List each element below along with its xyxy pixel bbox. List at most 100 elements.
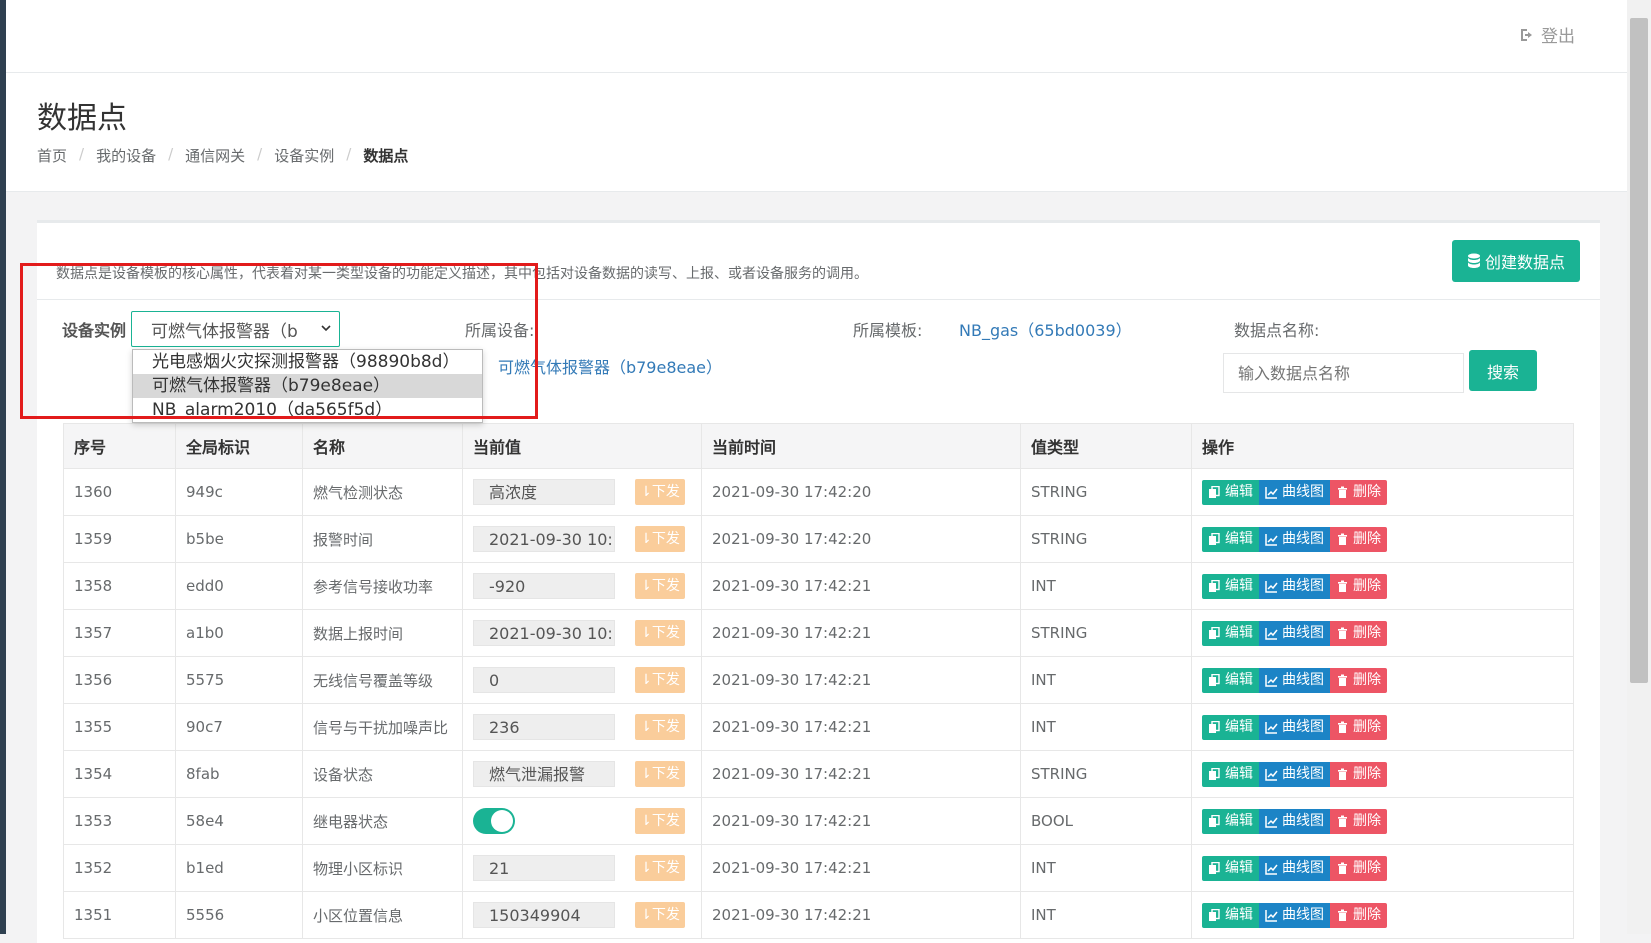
delete-button[interactable]: 删除	[1330, 902, 1387, 928]
send-label: 下发	[651, 813, 680, 829]
sign-out-icon	[1521, 28, 1532, 41]
delete-label: 删除	[1353, 859, 1381, 876]
datapoint-name-label: 数据点名称:	[1234, 321, 1320, 340]
chart-button[interactable]: 曲线图	[1259, 808, 1330, 834]
delete-label: 删除	[1353, 577, 1381, 594]
relay-toggle[interactable]	[473, 808, 515, 834]
arrow-down-icon: ⇂	[640, 907, 652, 923]
page-title: 数据点	[37, 101, 127, 136]
edit-button[interactable]: 编辑	[1202, 479, 1259, 505]
send-button[interactable]: ⇂下发	[635, 808, 685, 834]
send-button[interactable]: ⇂下发	[635, 855, 685, 881]
cell-gid: 8fab	[175, 750, 303, 798]
edit-button[interactable]: 编辑	[1202, 761, 1259, 787]
trash-icon	[1338, 533, 1347, 545]
cell-time: 2021-09-30 17:42:21	[701, 609, 1021, 657]
delete-button[interactable]: 删除	[1330, 526, 1387, 552]
send-label: 下发	[651, 860, 680, 876]
chart-label: 曲线图	[1282, 530, 1324, 547]
delete-button[interactable]: 删除	[1330, 808, 1387, 834]
chart-label: 曲线图	[1282, 483, 1324, 500]
send-button[interactable]: ⇂下发	[635, 667, 685, 693]
breadcrumb-separator: /	[257, 145, 263, 163]
chart-label: 曲线图	[1282, 718, 1324, 735]
line-chart-icon	[1265, 533, 1278, 546]
edit-button[interactable]: 编辑	[1202, 855, 1259, 881]
send-button[interactable]: ⇂下发	[635, 479, 685, 505]
edit-label: 编辑	[1225, 530, 1253, 547]
cell-name: 小区位置信息	[302, 891, 463, 939]
delete-label: 删除	[1353, 530, 1381, 547]
breadcrumb-home[interactable]: 首页	[37, 145, 67, 166]
edit-button[interactable]: 编辑	[1202, 526, 1259, 552]
arrow-down-icon: ⇂	[640, 813, 652, 829]
breadcrumb-my-devices[interactable]: 我的设备	[96, 145, 156, 166]
cell-name: 数据上报时间	[302, 609, 463, 657]
cell-gid: a1b0	[175, 609, 303, 657]
value-field[interactable]: 燃气泄漏报警	[473, 761, 615, 787]
action-group: 编辑 曲线图 删除	[1202, 573, 1387, 599]
breadcrumb-gateway[interactable]: 通信网关	[185, 145, 245, 166]
chart-button[interactable]: 曲线图	[1259, 667, 1330, 693]
edit-button[interactable]: 编辑	[1202, 667, 1259, 693]
chart-button[interactable]: 曲线图	[1259, 526, 1330, 552]
edit-label: 编辑	[1225, 906, 1253, 923]
chart-button[interactable]: 曲线图	[1259, 855, 1330, 881]
value-field[interactable]: 0	[473, 667, 615, 693]
send-button[interactable]: ⇂下发	[635, 573, 685, 599]
send-button[interactable]: ⇂下发	[635, 902, 685, 928]
edit-button[interactable]: 编辑	[1202, 620, 1259, 646]
scrollbar-thumb[interactable]	[1630, 18, 1648, 683]
top-navbar: 登出	[6, 0, 1627, 73]
value-field[interactable]: 2021-09-30 10:	[473, 620, 615, 646]
send-button[interactable]: ⇂下发	[635, 526, 685, 552]
send-button[interactable]: ⇂下发	[635, 620, 685, 646]
logout-button[interactable]: 登出	[1519, 22, 1575, 47]
chart-button[interactable]: 曲线图	[1259, 479, 1330, 505]
value-field[interactable]: 2021-09-30 10:	[473, 526, 615, 552]
cell-id: 1352	[63, 844, 176, 892]
copy-icon	[1209, 532, 1220, 545]
line-chart-icon	[1265, 721, 1278, 734]
value-field[interactable]: 高浓度	[473, 479, 615, 505]
template-link[interactable]: NB_gas（65bd0039）	[959, 317, 1132, 341]
chart-button[interactable]: 曲线图	[1259, 714, 1330, 740]
chart-button[interactable]: 曲线图	[1259, 761, 1330, 787]
value-field[interactable]: 236	[473, 714, 615, 740]
cell-name: 无线信号覆盖等级	[302, 656, 463, 704]
cell-id: 1355	[63, 703, 176, 751]
delete-button[interactable]: 删除	[1330, 855, 1387, 881]
edit-button[interactable]: 编辑	[1202, 573, 1259, 599]
table-row: 1358 edd0 参考信号接收功率 -920 ⇂下发 2021-09-30 17:42:…	[63, 562, 1574, 610]
delete-button[interactable]: 删除	[1330, 620, 1387, 646]
breadcrumb-current: 数据点	[363, 147, 409, 165]
cell-actions: 编辑 曲线图 删除	[1191, 891, 1574, 939]
breadcrumb-device-instance[interactable]: 设备实例	[274, 145, 334, 166]
delete-button[interactable]: 删除	[1330, 573, 1387, 599]
edit-button[interactable]: 编辑	[1202, 902, 1259, 928]
delete-button[interactable]: 删除	[1330, 479, 1387, 505]
cell-type: STRING	[1020, 750, 1192, 798]
delete-button[interactable]: 删除	[1330, 714, 1387, 740]
value-field[interactable]: 21	[473, 855, 615, 881]
chart-button[interactable]: 曲线图	[1259, 902, 1330, 928]
send-button[interactable]: ⇂下发	[635, 714, 685, 740]
edit-button[interactable]: 编辑	[1202, 714, 1259, 740]
search-button[interactable]: 搜索	[1469, 350, 1537, 391]
chart-button[interactable]: 曲线图	[1259, 620, 1330, 646]
delete-button[interactable]: 删除	[1330, 667, 1387, 693]
trash-icon	[1338, 486, 1347, 498]
table-row: 1355 90c7 信号与干扰加噪声比 236 ⇂下发 2021-09-30 17:42:…	[63, 703, 1574, 751]
cell-value: 燃气泄漏报警 ⇂下发	[462, 750, 702, 798]
value-field[interactable]: 150349904	[473, 902, 615, 928]
cell-id: 1357	[63, 609, 176, 657]
datapoint-name-input[interactable]	[1223, 353, 1464, 393]
col-header-value: 当前值	[462, 423, 702, 469]
send-label: 下发	[651, 531, 680, 547]
cell-type: STRING	[1020, 515, 1192, 563]
value-field[interactable]: -920	[473, 573, 615, 599]
send-button[interactable]: ⇂下发	[635, 761, 685, 787]
edit-button[interactable]: 编辑	[1202, 808, 1259, 834]
chart-button[interactable]: 曲线图	[1259, 573, 1330, 599]
delete-button[interactable]: 删除	[1330, 761, 1387, 787]
